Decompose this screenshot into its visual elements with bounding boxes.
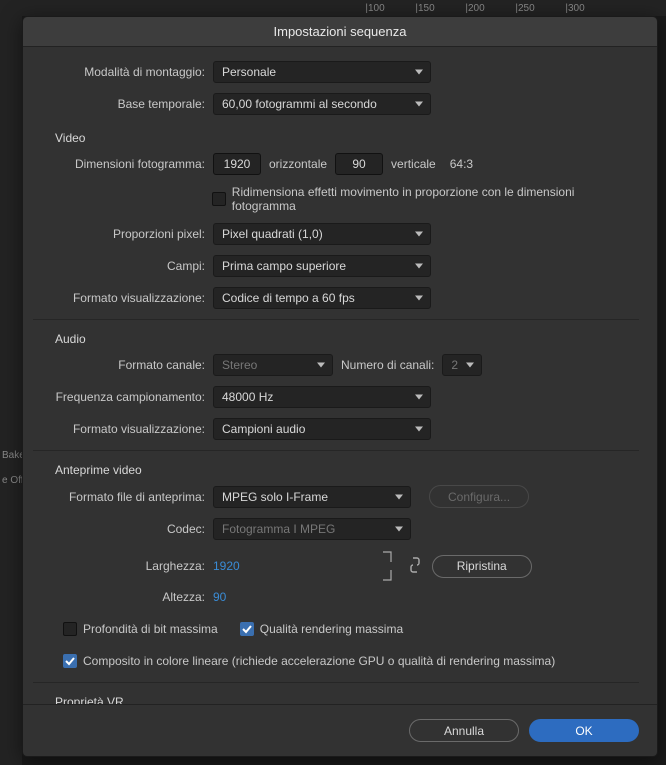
- num-channels-select: 2: [442, 354, 482, 376]
- num-channels-label: Numero di canali:: [333, 358, 442, 372]
- codec-label: Codec:: [33, 522, 213, 536]
- frame-height-input[interactable]: 90: [335, 153, 383, 175]
- link-icon[interactable]: [380, 550, 398, 582]
- background-panel: Bake e Off: [0, 16, 22, 765]
- audio-display-format-label: Formato visualizzazione:: [33, 422, 213, 436]
- video-section-header: Video: [33, 125, 639, 153]
- fields-select[interactable]: Prima campo superiore: [213, 255, 431, 277]
- pixel-aspect-label: Proporzioni pixel:: [33, 227, 213, 241]
- preview-section-header: Anteprime video: [33, 457, 639, 485]
- editing-mode-label: Modalità di montaggio:: [33, 65, 213, 79]
- frame-size-label: Dimensioni fotogramma:: [33, 157, 213, 171]
- display-format-label: Formato visualizzazione:: [33, 291, 213, 305]
- max-render-quality-checkbox[interactable]: Qualità rendering massima: [240, 622, 403, 636]
- editing-mode-select[interactable]: Personale: [213, 61, 431, 83]
- vertical-label: verticale: [383, 157, 444, 171]
- timebase-select[interactable]: 60,00 fotogrammi al secondo: [213, 93, 431, 115]
- cancel-button[interactable]: Annulla: [409, 719, 519, 742]
- max-bit-depth-checkbox[interactable]: Profondità di bit massima: [63, 622, 218, 636]
- linear-composite-checkbox[interactable]: Composito in colore lineare (richiede ac…: [63, 654, 555, 668]
- chain-icon[interactable]: [410, 557, 420, 576]
- channel-format-label: Formato canale:: [33, 358, 213, 372]
- vr-section-header: Proprietà VR: [33, 689, 639, 704]
- ruler: |100|150|200|250|300: [0, 0, 666, 16]
- sequence-settings-dialog: Impostazioni sequenza Modalità di montag…: [22, 16, 658, 757]
- fields-label: Campi:: [33, 259, 213, 273]
- width-label: Larghezza:: [33, 559, 213, 573]
- preview-file-select[interactable]: MPEG solo I-Frame: [213, 486, 411, 508]
- width-value[interactable]: 1920: [213, 559, 240, 573]
- channel-format-select: Stereo: [213, 354, 333, 376]
- preview-file-label: Formato file di anteprima:: [33, 490, 213, 504]
- pixel-aspect-select[interactable]: Pixel quadrati (1,0): [213, 223, 431, 245]
- codec-select: Fotogramma I MPEG: [213, 518, 411, 540]
- sample-rate-label: Frequenza campionamento:: [33, 390, 213, 404]
- audio-display-format-select[interactable]: Campioni audio: [213, 418, 431, 440]
- display-format-select[interactable]: Codice di tempo a 60 fps: [213, 287, 431, 309]
- frame-width-input[interactable]: 1920: [213, 153, 261, 175]
- ok-button[interactable]: OK: [529, 719, 639, 742]
- configure-button: Configura...: [429, 485, 529, 508]
- timebase-label: Base temporale:: [33, 97, 213, 111]
- height-value[interactable]: 90: [213, 590, 226, 604]
- horizontal-label: orizzontale: [261, 157, 335, 171]
- aspect-ratio-display: 64:3: [450, 157, 473, 171]
- resize-effects-checkbox[interactable]: Ridimensiona effetti movimento in propor…: [212, 185, 639, 213]
- dialog-title: Impostazioni sequenza: [23, 17, 657, 47]
- reset-button[interactable]: Ripristina: [432, 555, 532, 578]
- audio-section-header: Audio: [33, 326, 639, 354]
- sample-rate-select[interactable]: 48000 Hz: [213, 386, 431, 408]
- height-label: Altezza:: [33, 590, 213, 604]
